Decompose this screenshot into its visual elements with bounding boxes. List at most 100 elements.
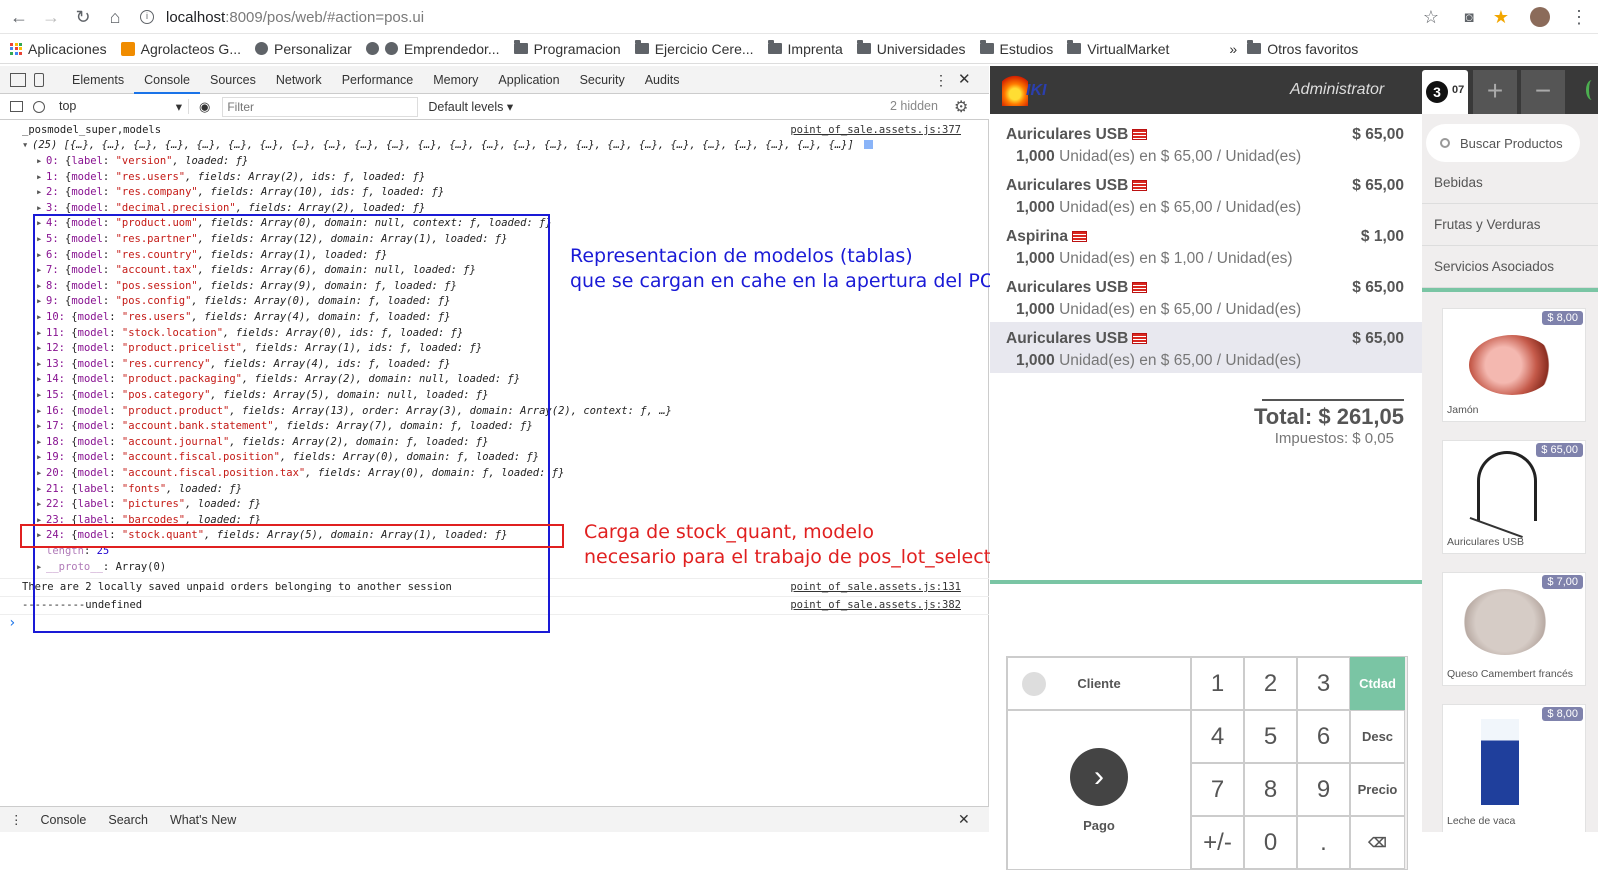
source-link[interactable]: point_of_sale.assets.js:131 [790,579,961,595]
filter-input[interactable] [222,96,419,117]
order-line[interactable]: Auriculares USB $ 65,00 1,000 Unidad(es) e… [990,118,1422,169]
source-link[interactable]: point_of_sale.assets.js:382 [790,597,961,613]
drawer-tab-whats-new[interactable]: What's New [170,813,236,827]
bookmark-universidades[interactable]: Universidades [856,40,966,57]
mode-discount-button[interactable]: Desc [1350,710,1405,763]
tab-memory[interactable]: Memory [423,66,488,94]
drawer-tab-search[interactable]: Search [108,813,148,827]
bookmark-virtualmarket[interactable]: VirtualMarket [1067,40,1169,57]
remove-order-button[interactable]: − [1521,70,1565,114]
settings-gear-icon[interactable]: ⚙ [954,97,968,117]
drawer-tab-console[interactable]: Console [41,813,87,827]
key-2[interactable]: 2 [1244,657,1297,710]
order-line[interactable]: Auriculares USB $ 65,00 1,000 Unidad(es) e… [990,271,1422,322]
key-3[interactable]: 3 [1297,657,1350,710]
decimal-button[interactable]: . [1297,816,1350,869]
devtools-menu-icon[interactable]: ⋮ [934,72,948,89]
bookmark-imprenta[interactable]: Imprenta [767,40,843,57]
annotation-blue: Representacion de modelos (tablas) que s… [570,244,1007,294]
context-select[interactable]: top ▾ [59,99,189,114]
eye-icon[interactable]: ◉ [199,99,210,115]
bookmark-apps[interactable]: Aplicaciones [10,41,107,57]
add-order-button[interactable]: + [1473,70,1517,114]
expand-triangle-icon[interactable]: ▸ [36,169,46,185]
product-card-leche[interactable]: $ 8,00 Leche de vaca [1442,704,1586,832]
avatar[interactable] [1530,7,1550,27]
bookmark-other-favorites[interactable]: Otros favoritos [1247,40,1358,57]
category-servicios[interactable]: Servicios Asociados [1422,246,1598,288]
key-0[interactable]: 0 [1244,816,1297,869]
home-icon[interactable]: ⌂ [102,4,128,30]
user-name[interactable]: Administrator [1290,81,1384,99]
backspace-button[interactable]: ⌫ [1350,816,1405,869]
model-row[interactable]: ▸ 2: {model: "res.company", fields: Array… [0,184,989,200]
key-4[interactable]: 4 [1191,710,1244,763]
drawer-menu-icon[interactable]: ⋮ [10,812,23,827]
tab-elements[interactable]: Elements [62,66,134,94]
order-tab[interactable]: 3 07 [1422,70,1468,114]
flag-icon [1132,282,1148,293]
numpad-separator [990,580,1422,584]
key-6[interactable]: 6 [1297,710,1350,763]
extension-star-icon[interactable]: ★ [1488,4,1514,30]
category-bebidas[interactable]: Bebidas [1422,162,1598,204]
product-card-camembert[interactable]: $ 7,00 Queso Camembert francés [1442,572,1586,686]
payment-button[interactable]: › Pago [1007,710,1191,870]
camera-icon[interactable]: ◙ [1456,4,1482,30]
key-8[interactable]: 8 [1244,763,1297,816]
info-icon[interactable]: i [140,10,154,24]
plus-minus-button[interactable]: +/- [1191,816,1244,869]
bookmark-programacion[interactable]: Programacion [513,40,621,57]
clear-console-icon[interactable] [33,100,45,113]
expand-triangle-icon[interactable]: ▾ [22,137,32,153]
search-input[interactable]: Buscar Productos [1426,124,1580,162]
customer-button[interactable]: Cliente [1007,657,1191,710]
forward-arrow-icon[interactable]: → [38,4,64,30]
tab-application[interactable]: Application [488,66,569,94]
folder-icon [1067,40,1082,54]
bookmark-personalizar[interactable]: Personalizar [255,41,352,57]
model-row[interactable]: ▸ 0: {label: "version", loaded: ƒ} [0,153,989,169]
tab-network[interactable]: Network [266,66,332,94]
inspect-icon[interactable] [10,72,26,87]
order-line-qty: 1,000 Unidad(es) en $ 65,00 / Unidad(es) [1016,301,1302,318]
tab-performance[interactable]: Performance [332,66,424,94]
sidebar-toggle-icon[interactable] [10,101,23,112]
key-7[interactable]: 7 [1191,763,1244,816]
order-line[interactable]: Aspirina $ 1,00 1,000 Unidad(es) en $ 1,00… [990,220,1422,271]
category-frutas-verduras[interactable]: Frutas y Verduras [1422,204,1598,246]
bookmark-ejercicio[interactable]: Ejercicio Cere... [634,40,754,57]
key-9[interactable]: 9 [1297,763,1350,816]
mode-price-button[interactable]: Precio [1350,763,1405,816]
folder-icon [513,40,528,54]
bookmark-estudios[interactable]: Estudios [979,40,1053,57]
back-arrow-icon[interactable]: ← [6,4,32,30]
expand-triangle-icon[interactable]: ▸ [36,184,46,200]
tab-audits[interactable]: Audits [635,66,690,94]
tab-sources[interactable]: Sources [200,66,266,94]
tab-console[interactable]: Console [134,66,200,94]
reload-icon[interactable]: ↻ [70,4,96,30]
star-outline-icon[interactable]: ☆ [1418,4,1444,30]
expand-triangle-icon[interactable]: ▸ [36,153,46,169]
log-levels-select[interactable]: Default levels ▾ [428,99,513,114]
key-1[interactable]: 1 [1191,657,1244,710]
close-icon[interactable]: ✕ [958,811,970,828]
bookmark-agrolacteos[interactable]: Agrolacteos G... [120,41,241,57]
address-bar[interactable]: i localhost:8009/pos/web/#action=pos.ui [140,4,1420,30]
array-summary[interactable]: ▾ (25) [{…}, {…}, {…}, {…}, {…}, {…}, {…}… [0,137,989,153]
mode-quantity-button[interactable]: Ctdad [1350,657,1405,710]
order-line[interactable]: Auriculares USB $ 65,00 1,000 Unidad(es) e… [990,169,1422,220]
bookmark-emprendedor[interactable]: Emprendedor... [365,41,500,57]
bookmarks-overflow-button[interactable]: » [1229,41,1237,57]
tab-security[interactable]: Security [570,66,635,94]
order-line[interactable]: Auriculares USB $ 65,00 1,000 Unidad(es) e… [990,322,1422,373]
close-icon[interactable]: ✕ [958,70,971,88]
menu-dots-icon[interactable]: ⋮ [1566,4,1592,30]
product-card-auriculares[interactable]: $ 65,00 Auriculares USB [1442,440,1586,554]
model-row[interactable]: ▸ 1: {model: "res.users", fields: Array(2… [0,169,989,185]
device-toolbar-icon[interactable] [34,72,44,87]
key-5[interactable]: 5 [1244,710,1297,763]
source-link[interactable]: point_of_sale.assets.js:377 [790,122,961,138]
product-card-jamon[interactable]: $ 8,00 Jamón [1442,308,1586,422]
